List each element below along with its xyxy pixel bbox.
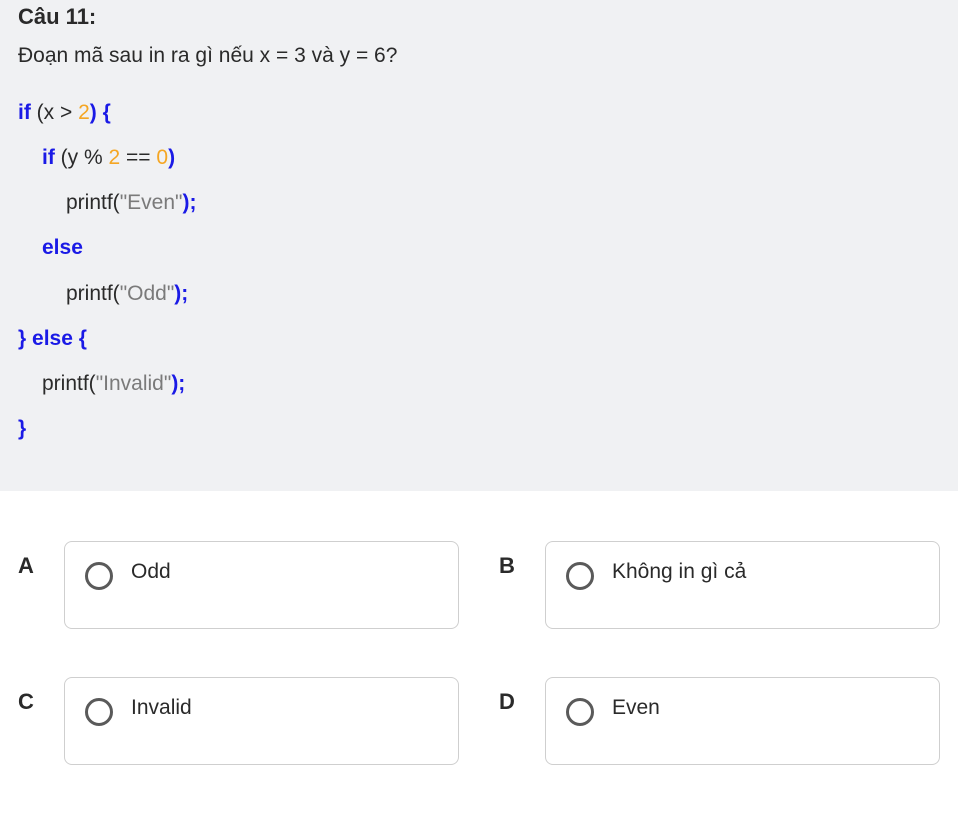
code-fn: printf( [42, 372, 96, 395]
radio-icon[interactable] [566, 698, 594, 726]
code-block: if (x > 2) { if (y % 2 == 0) printf("Eve… [18, 90, 940, 451]
code-line: printf("Even"); [18, 180, 940, 225]
answer-option-c[interactable]: Invalid [64, 677, 459, 765]
answer-item-c: C Invalid [18, 677, 459, 765]
answer-letter: A [18, 541, 64, 579]
code-string: "Even" [120, 191, 183, 214]
code-punct: } [18, 417, 26, 440]
code-punct: ); [174, 282, 188, 305]
question-title: Câu 11: [18, 0, 940, 30]
code-line: printf("Odd"); [18, 271, 940, 316]
code-punct: ) { [90, 101, 111, 124]
answer-letter: C [18, 677, 64, 715]
code-line: if (x > 2) { [18, 90, 940, 135]
answer-text: Invalid [131, 696, 192, 720]
code-fn: printf( [66, 191, 120, 214]
code-fn: printf( [66, 282, 120, 305]
answer-option-d[interactable]: Even [545, 677, 940, 765]
answer-text: Odd [131, 560, 171, 584]
code-text: (x > [31, 101, 78, 124]
answer-letter: D [499, 677, 545, 715]
question-block: Câu 11: Đoạn mã sau in ra gì nếu x = 3 v… [0, 0, 958, 491]
radio-icon[interactable] [85, 698, 113, 726]
answer-option-b[interactable]: Không in gì cả [545, 541, 940, 629]
answer-text: Không in gì cả [612, 560, 746, 584]
code-punct: ); [182, 191, 196, 214]
code-text: == [120, 146, 156, 169]
keyword-else: else [32, 327, 73, 350]
code-string: "Invalid" [96, 372, 172, 395]
radio-icon[interactable] [566, 562, 594, 590]
question-text: Đoạn mã sau in ra gì nếu x = 3 và y = 6? [18, 44, 940, 68]
code-punct: } [18, 327, 32, 350]
answer-text: Even [612, 696, 660, 720]
answer-option-a[interactable]: Odd [64, 541, 459, 629]
keyword-if: if [42, 146, 55, 169]
answer-item-a: A Odd [18, 541, 459, 629]
code-punct: { [73, 327, 87, 350]
radio-icon[interactable] [85, 562, 113, 590]
answer-letter: B [499, 541, 545, 579]
code-string: "Odd" [120, 282, 175, 305]
keyword-else: else [42, 236, 83, 259]
code-line: printf("Invalid"); [18, 361, 940, 406]
code-text: (y % [55, 146, 109, 169]
code-number: 2 [109, 146, 121, 169]
code-line: else [18, 225, 940, 270]
answers-section: A Odd B Không in gì cả C Invalid D [0, 491, 958, 833]
code-number: 2 [78, 101, 90, 124]
code-number: 0 [156, 146, 168, 169]
code-line: } [18, 406, 940, 451]
answer-row: C Invalid D Even [18, 677, 940, 765]
code-punct: ); [171, 372, 185, 395]
keyword-if: if [18, 101, 31, 124]
answer-item-b: B Không in gì cả [499, 541, 940, 629]
code-line: if (y % 2 == 0) [18, 135, 940, 180]
answer-row: A Odd B Không in gì cả [18, 541, 940, 629]
answer-item-d: D Even [499, 677, 940, 765]
code-line: } else { [18, 316, 940, 361]
code-punct: ) [168, 146, 175, 169]
